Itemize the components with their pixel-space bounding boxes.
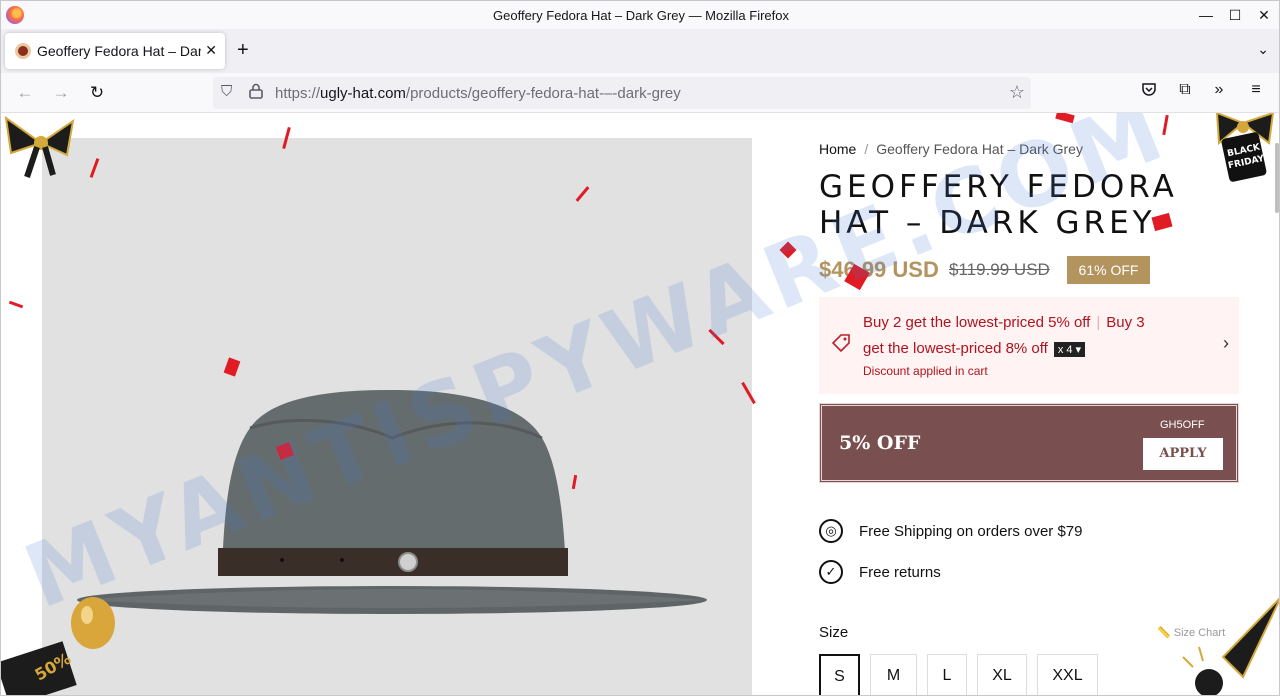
size-options: S M L XL XXL: [819, 654, 1108, 695]
browser-window: Geoffery Fedora Hat – Dark Grey — Mozill…: [0, 0, 1280, 696]
extensions-icon[interactable]: ⧉: [1173, 81, 1197, 99]
gold-bow-decoration-icon: [4, 115, 75, 178]
shipping-feature: ◎ Free Shipping on orders over $79: [819, 519, 1082, 543]
returns-text: Free returns: [859, 563, 941, 581]
breadcrumb: Home / Geoffery Fedora Hat – Dark Grey: [819, 141, 1083, 157]
check-circle-icon: ✓: [819, 560, 843, 584]
balloon-decoration-icon: 50%: [1, 597, 115, 695]
tab-title: Geoffery Fedora Hat – Dark Grey: [37, 43, 201, 59]
app-menu-icon[interactable]: ≡: [1244, 81, 1268, 99]
quantity-badge[interactable]: x 4 ▾: [1053, 341, 1086, 357]
apply-coupon-button[interactable]: APPLY: [1143, 438, 1223, 470]
promo-line-1: Buy 2 get the lowest-priced 5% off | Buy 3: [863, 314, 1145, 331]
size-option-m[interactable]: M: [870, 654, 917, 695]
coupon-card: 5% OFF GH5OFF APPLY: [819, 403, 1239, 483]
bookmark-star-icon[interactable]: ☆: [1009, 82, 1025, 103]
confetti-piece: [779, 241, 797, 259]
navigation-bar: ← → ↻ ⛉ https://ugly-hat.com/products/ge…: [1, 73, 1279, 113]
breadcrumb-current: Geoffery Fedora Hat – Dark Grey: [876, 141, 1083, 157]
close-tab-icon[interactable]: ✕: [205, 42, 217, 59]
more-tools-icon[interactable]: »: [1207, 81, 1231, 99]
breadcrumb-separator: /: [864, 141, 869, 157]
tab-active[interactable]: Geoffery Fedora Hat – Dark Grey ✕: [5, 33, 225, 69]
confetti-piece: [8, 300, 24, 309]
returns-feature: ✓ Free returns: [819, 560, 941, 584]
list-all-tabs-button[interactable]: ⌄: [1257, 41, 1269, 58]
lock-icon[interactable]: [249, 83, 263, 103]
price-tag-icon: [831, 333, 851, 359]
size-label: Size: [819, 624, 849, 641]
chevron-right-icon[interactable]: ›: [1223, 333, 1229, 354]
product-title: GEOFFERY FEDORA HAT – DARK GREY: [819, 169, 1178, 241]
new-tab-button[interactable]: +: [237, 39, 249, 62]
page-content: Home / Geoffery Fedora Hat – Dark Grey GEO…: [1, 113, 1279, 695]
compare-price: $119.99 USD: [949, 260, 1050, 279]
window-title: Geoffery Fedora Hat – Dark Grey — Mozill…: [493, 8, 789, 23]
site-favicon-icon: [15, 43, 31, 59]
size-option-s[interactable]: S: [819, 654, 860, 695]
fedora-hat-image: [77, 390, 707, 614]
tab-strip: Geoffery Fedora Hat – Dark Grey ✕ + ⌄: [1, 29, 1279, 73]
ruler-icon: 📏: [1157, 627, 1174, 639]
confetti-piece: [1162, 114, 1169, 136]
minimize-button[interactable]: —: [1193, 5, 1219, 25]
promo-note: Discount applied in cart: [863, 364, 988, 378]
product-image: [42, 138, 752, 695]
maximize-button[interactable]: ☐: [1222, 5, 1248, 25]
size-option-xxl[interactable]: XXL: [1037, 654, 1098, 695]
black-friday-badge-icon: BLACK FRIDAY: [1215, 113, 1275, 182]
coupon-code: GH5OFF: [1160, 419, 1205, 431]
globe-icon: ◎: [819, 519, 843, 543]
promo-line-2: get the lowest-priced 8% off x 4 ▾: [863, 340, 1086, 357]
reload-button[interactable]: ↻: [85, 81, 109, 105]
back-button[interactable]: ←: [13, 81, 37, 105]
url-bar[interactable]: ⛉ https://ugly-hat.com/products/geoffery…: [213, 77, 1031, 109]
size-option-l[interactable]: L: [927, 654, 967, 695]
pocket-icon[interactable]: [1137, 81, 1161, 102]
forward-button[interactable]: →: [49, 81, 73, 105]
title-bar: Geoffery Fedora Hat – Dark Grey — Mozill…: [1, 1, 1279, 29]
tracking-protection-shield-icon[interactable]: ⛉: [221, 83, 232, 100]
party-horn-decoration-icon: [1182, 597, 1279, 695]
breadcrumb-home-link[interactable]: Home: [819, 141, 856, 157]
confetti-piece: [1055, 113, 1075, 124]
url-text[interactable]: https://ugly-hat.com/products/geoffery-f…: [275, 85, 681, 102]
discount-badge: 61% OFF: [1067, 256, 1150, 284]
coupon-discount: 5% OFF: [839, 432, 921, 454]
sale-price: $46.99 USD: [819, 257, 939, 282]
bundle-promo-banner[interactable]: Buy 2 get the lowest-priced 5% off | Buy 3…: [819, 297, 1239, 394]
shipping-text: Free Shipping on orders over $79: [859, 522, 1083, 540]
size-option-xl[interactable]: XL: [977, 654, 1027, 695]
close-window-button[interactable]: ✕: [1251, 5, 1277, 25]
page-scrollbar[interactable]: [1275, 143, 1279, 213]
